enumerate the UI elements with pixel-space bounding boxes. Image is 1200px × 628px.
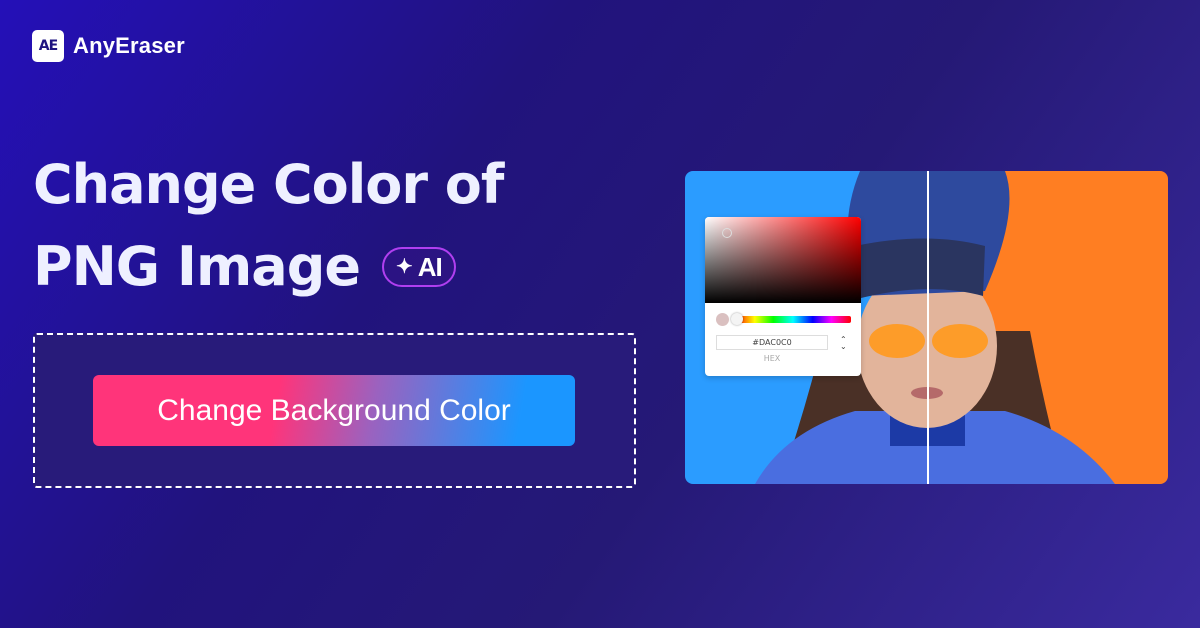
change-background-color-button[interactable]: Change Background Color bbox=[93, 375, 575, 446]
selected-color-swatch bbox=[716, 313, 729, 326]
hex-format-label: HEX bbox=[763, 354, 781, 363]
headline-line-2-row: PNG Image ✦ AI bbox=[33, 232, 503, 302]
hue-slider[interactable] bbox=[731, 313, 851, 325]
ai-badge-label: AI bbox=[417, 252, 443, 282]
hex-input[interactable]: #DAC0C0 bbox=[716, 335, 828, 350]
chevron-down-icon[interactable]: ⌄ bbox=[840, 342, 847, 350]
brand-logo[interactable]: AE AnyEraser bbox=[32, 30, 185, 62]
left-lens bbox=[869, 324, 925, 358]
compare-slider-handle[interactable] bbox=[927, 171, 929, 484]
ai-badge: ✦ AI bbox=[381, 247, 456, 287]
hue-slider-thumb[interactable] bbox=[731, 313, 743, 325]
saturation-value-area[interactable] bbox=[705, 217, 861, 303]
sparkle-icon: ✦ bbox=[395, 256, 413, 278]
page-headline: Change Color of PNG Image ✦ AI bbox=[33, 150, 504, 302]
headline-line-1: Change Color of bbox=[33, 153, 504, 216]
right-lens bbox=[932, 324, 988, 358]
hex-row: #DAC0C0 ⌃ ⌄ bbox=[705, 326, 861, 350]
format-stepper[interactable]: ⌃ ⌄ bbox=[840, 335, 847, 350]
brand-name: AnyEraser bbox=[73, 33, 185, 58]
color-picker-panel: #DAC0C0 ⌃ ⌄ HEX bbox=[705, 217, 861, 376]
before-after-preview: #DAC0C0 ⌃ ⌄ HEX bbox=[685, 171, 1168, 484]
hue-row bbox=[705, 303, 861, 326]
logo-mark-icon: AE bbox=[32, 30, 64, 62]
sv-cursor[interactable] bbox=[722, 228, 732, 238]
headline-line-2: PNG Image bbox=[33, 235, 361, 298]
